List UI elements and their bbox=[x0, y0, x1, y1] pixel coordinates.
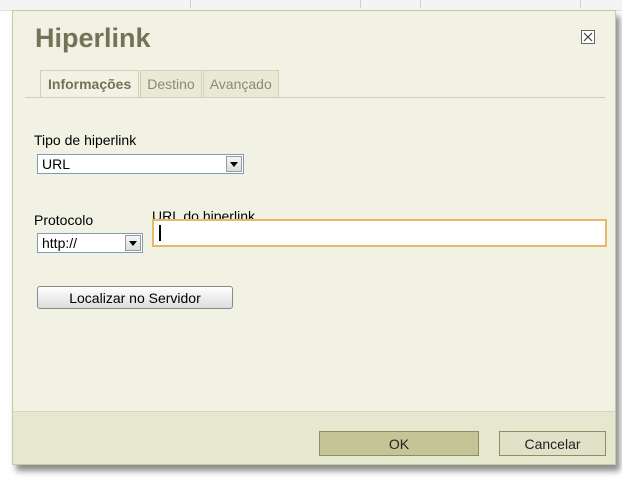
link-type-label: Tipo de hiperlink bbox=[34, 132, 137, 148]
dialog-title: Hiperlink bbox=[35, 23, 151, 53]
background-divider bbox=[420, 0, 421, 8]
dropdown-button[interactable] bbox=[125, 235, 141, 251]
chevron-down-icon bbox=[230, 162, 238, 167]
link-type-value: URL bbox=[42, 156, 71, 172]
close-icon bbox=[583, 32, 593, 42]
browse-server-button[interactable]: Localizar no Servidor bbox=[37, 286, 233, 309]
hyperlink-dialog: Hiperlink Informações Destino Avançado T… bbox=[12, 10, 616, 465]
tab-destino[interactable]: Destino bbox=[140, 70, 202, 98]
tab-bar: Informações Destino Avançado bbox=[40, 70, 280, 98]
tab-avancado[interactable]: Avançado bbox=[202, 70, 279, 98]
background-divider bbox=[360, 0, 361, 8]
dropdown-button[interactable] bbox=[226, 156, 242, 172]
background-divider bbox=[580, 0, 581, 8]
link-type-select[interactable]: URL bbox=[37, 154, 244, 174]
cancel-button[interactable]: Cancelar bbox=[499, 431, 606, 456]
text-caret bbox=[159, 225, 161, 241]
background-divider bbox=[190, 0, 191, 8]
close-button[interactable] bbox=[581, 30, 595, 44]
url-input[interactable] bbox=[152, 219, 607, 247]
chevron-down-icon bbox=[129, 241, 137, 246]
protocol-value: http:// bbox=[42, 235, 78, 251]
protocol-select[interactable]: http:// bbox=[37, 233, 143, 253]
protocol-label: Protocolo bbox=[34, 212, 94, 228]
info-panel: Tipo de hiperlink URL Protocolo http:// … bbox=[13, 98, 615, 411]
ok-button[interactable]: OK bbox=[319, 431, 479, 456]
tab-informacoes[interactable]: Informações bbox=[40, 70, 140, 98]
